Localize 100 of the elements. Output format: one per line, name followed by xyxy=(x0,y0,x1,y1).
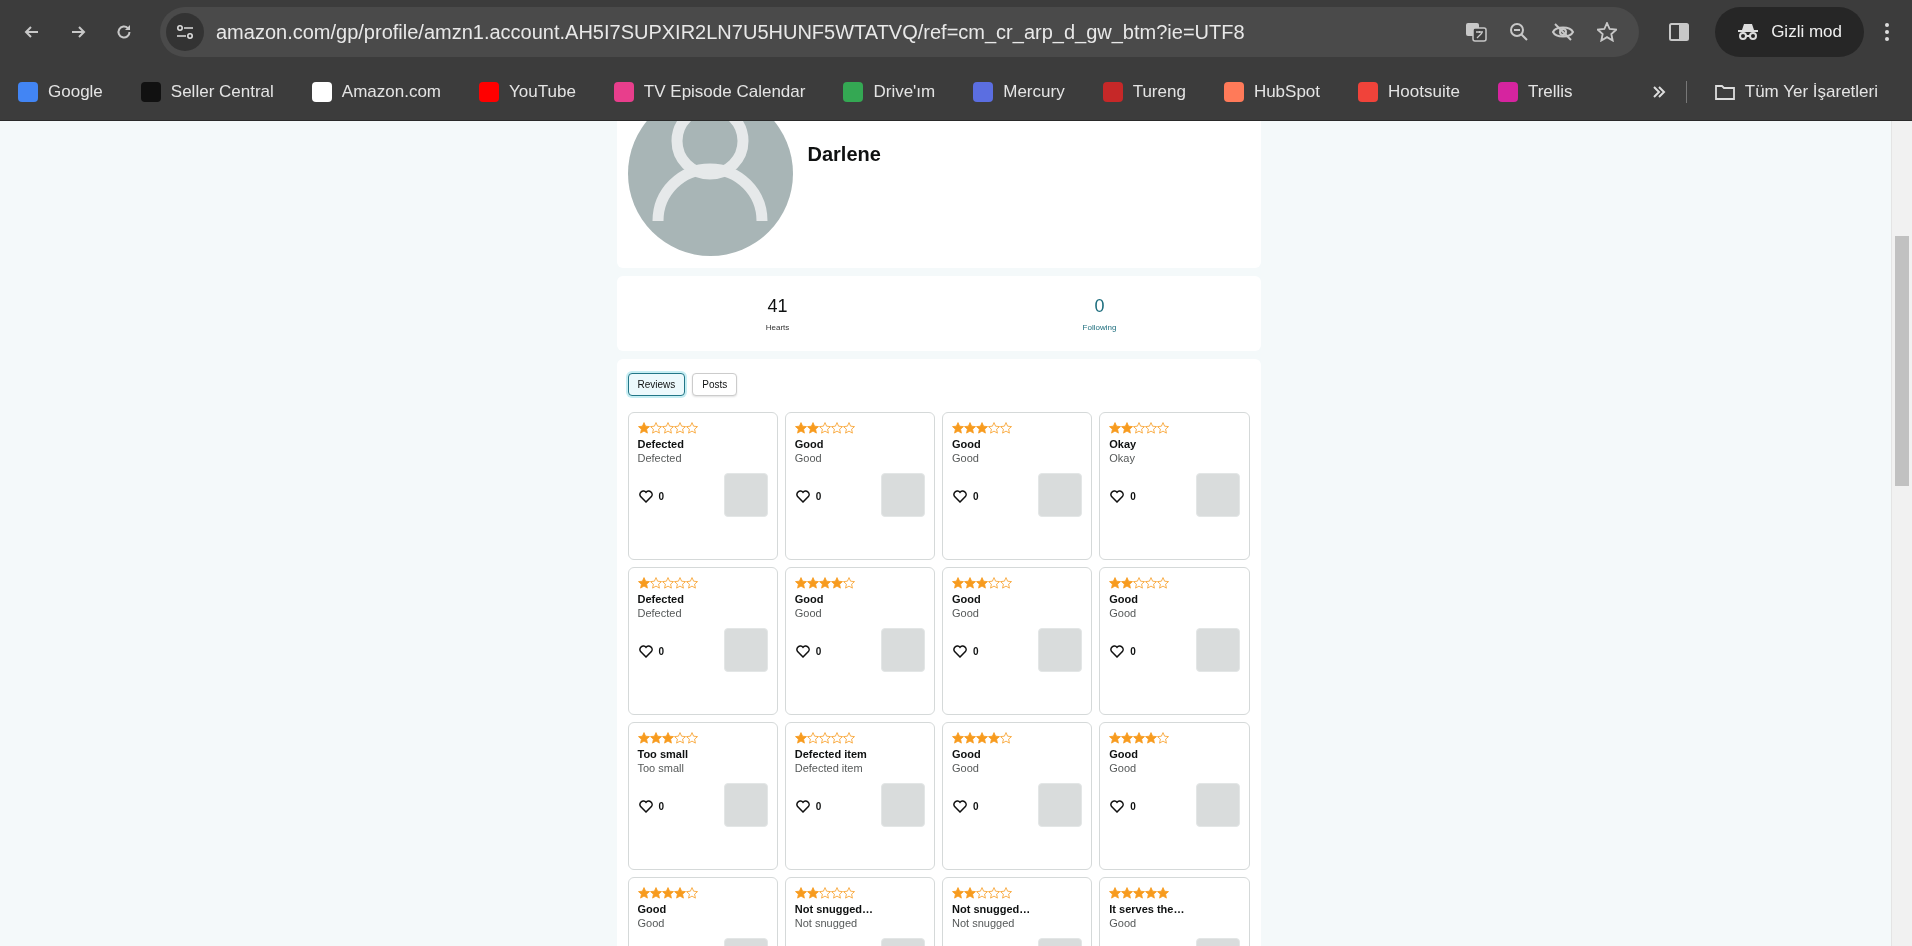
site-settings-icon[interactable] xyxy=(166,13,204,51)
star-icon[interactable] xyxy=(1597,22,1618,42)
eye-slash-icon[interactable] xyxy=(1551,22,1576,42)
star-icon xyxy=(1145,732,1158,744)
address-bar[interactable]: amazon.com/gp/profile/amzn1.account.AH5I7SUPXIR2LN7U5HUNF5WTATVQ/ref=cm_cr_arp_d_gw_btm?ie=UTF8 xyxy=(160,7,1640,57)
star-icon xyxy=(976,422,988,434)
review-text: Too small xyxy=(637,762,685,774)
heart-icon[interactable] xyxy=(795,645,810,658)
star-icon xyxy=(1157,732,1170,744)
heart-icon[interactable] xyxy=(638,490,653,503)
review-card[interactable]: Good Good 0 xyxy=(784,412,935,560)
bookmark[interactable]: Trellis xyxy=(1489,78,1581,106)
review-card[interactable]: Good Good 0 xyxy=(942,412,1093,560)
tab[interactable]: Reviews xyxy=(627,373,686,396)
bookmark[interactable]: Tureng xyxy=(1094,78,1194,106)
star-icon xyxy=(649,732,662,744)
translate-icon[interactable] xyxy=(1465,22,1488,42)
like-count: 0 xyxy=(658,801,665,812)
heart-icon[interactable] xyxy=(1110,490,1125,503)
review-text: Good xyxy=(794,452,823,464)
star-icon xyxy=(830,887,843,899)
review-text: Good xyxy=(952,452,980,464)
zoom-out-icon[interactable] xyxy=(1509,22,1530,42)
star-icon xyxy=(1000,577,1012,589)
bookmark[interactable]: HubSpot xyxy=(1215,78,1329,106)
star-icon xyxy=(818,887,831,899)
like-count: 0 xyxy=(658,491,665,502)
review-title: Not snugged… xyxy=(952,903,1032,915)
review-card[interactable]: Good Good xyxy=(627,877,778,946)
review-card[interactable]: Good Good 0 xyxy=(1099,722,1250,870)
review-text: Good xyxy=(1109,607,1138,619)
star-icon xyxy=(818,577,831,589)
heart-icon[interactable] xyxy=(1110,800,1125,813)
heart-icon[interactable] xyxy=(953,800,967,813)
star-icon xyxy=(806,887,819,899)
like-count: 0 xyxy=(973,646,979,657)
bookmark[interactable]: Amazon.com xyxy=(303,78,450,106)
review-title: Not snugged… xyxy=(794,903,874,915)
scrollbar-thumb[interactable] xyxy=(1895,236,1909,486)
star-icon xyxy=(818,422,831,434)
heart-icon[interactable] xyxy=(953,490,967,503)
review-card[interactable]: Defected Defected 0 xyxy=(627,412,778,560)
review-card[interactable]: Good Good 0 xyxy=(942,722,1093,870)
review-card[interactable]: Not snugged… Not snugged xyxy=(784,877,935,946)
heart-icon[interactable] xyxy=(795,800,810,813)
more-menu-icon[interactable] xyxy=(1884,22,1890,42)
tab[interactable]: Posts xyxy=(692,373,738,396)
bookmark[interactable]: Drive'ım xyxy=(835,78,944,106)
review-title: Good xyxy=(952,593,982,605)
review-card[interactable]: Okay Okay 0 xyxy=(1099,412,1250,560)
review-card[interactable]: Good Good 0 xyxy=(942,567,1093,715)
star-icon xyxy=(1157,887,1170,899)
review-card[interactable]: Too small Too small 0 xyxy=(627,722,778,870)
star-icon xyxy=(988,422,1000,434)
url-text: amazon.com/gp/profile/amzn1.account.AH5I7SUPXIR2LN7U5HUNF5WTATVQ/ref=cm_cr_arp_d_gw_btm?ie=UTF8 xyxy=(216,20,1246,44)
review-title: Good xyxy=(794,438,825,450)
review-card[interactable]: Defected Defected 0 xyxy=(627,567,778,715)
review-text: Not snugged xyxy=(794,917,859,929)
star-icon xyxy=(794,422,807,434)
review-card[interactable]: Good Good 0 xyxy=(784,567,935,715)
heart-icon[interactable] xyxy=(1110,645,1125,658)
star-icon xyxy=(818,732,831,744)
star-icon xyxy=(685,422,698,434)
chevron-double-right-icon[interactable] xyxy=(1651,86,1666,98)
incognito-button[interactable]: Gizli mod xyxy=(1715,7,1864,57)
star-icon xyxy=(637,887,650,899)
heart-icon[interactable] xyxy=(638,645,653,658)
bookmark[interactable]: Google xyxy=(10,78,111,106)
review-text: Good xyxy=(1109,762,1138,774)
heart-icon[interactable] xyxy=(953,645,967,658)
side-panel-icon[interactable] xyxy=(1669,23,1690,41)
like-count: 0 xyxy=(973,491,979,502)
bookmark[interactable]: Hootsuite xyxy=(1350,78,1468,106)
review-card[interactable]: Good Good 0 xyxy=(1099,567,1250,715)
star-icon xyxy=(1121,887,1134,899)
star-icon xyxy=(964,887,976,899)
like-count: 0 xyxy=(658,646,665,657)
star-icon xyxy=(637,577,650,589)
like-count: 0 xyxy=(815,646,822,657)
bookmark[interactable]: YouTube xyxy=(471,78,584,106)
all-bookmarks-folder[interactable]: Tüm Yer İşaretleri xyxy=(1706,78,1886,106)
heart-icon[interactable] xyxy=(638,800,653,813)
review-card[interactable]: It serves the… Good xyxy=(1099,877,1250,946)
star-icon xyxy=(1157,577,1170,589)
review-title: Defected xyxy=(637,438,685,450)
star-icon xyxy=(661,887,674,899)
review-card[interactable]: Not snugged… Not snugged xyxy=(942,877,1093,946)
review-text: Defected xyxy=(637,607,683,619)
review-title: Defected item xyxy=(794,748,868,760)
heart-icon[interactable] xyxy=(795,490,810,503)
review-text: Not snugged xyxy=(952,917,1016,929)
stat-value[interactable]: 0 xyxy=(1094,295,1105,317)
bookmark[interactable]: TV Episode Calendar xyxy=(605,78,814,106)
profile-name: Darlene xyxy=(807,143,881,167)
review-title: It serves the… xyxy=(1109,903,1186,915)
star-icon xyxy=(952,732,964,744)
bookmark[interactable]: Seller Central xyxy=(132,78,282,106)
star-icon xyxy=(649,887,662,899)
review-card[interactable]: Defected item Defected item 0 xyxy=(784,722,935,870)
bookmark[interactable]: Mercury xyxy=(965,78,1073,106)
